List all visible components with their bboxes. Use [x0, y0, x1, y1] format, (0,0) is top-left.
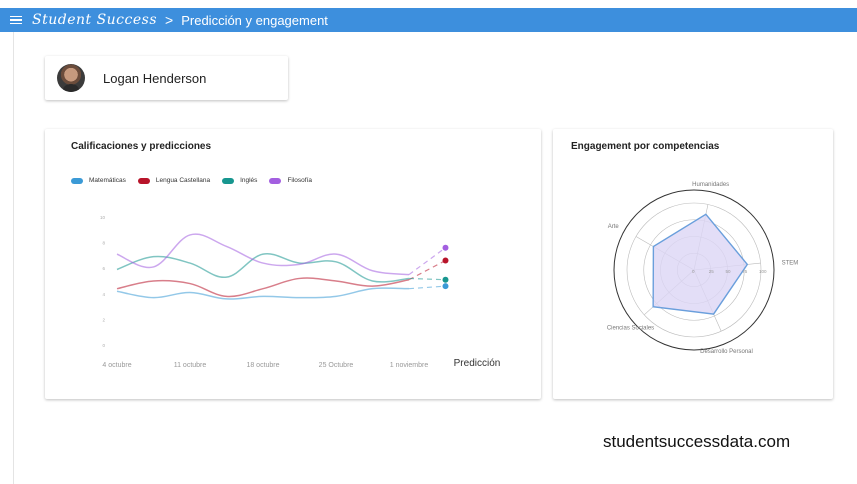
prediction-line [408, 277, 446, 281]
prediction-line [408, 285, 446, 290]
prediction-point[interactable] [442, 257, 449, 264]
radar-axis-label: Humanidades [692, 182, 729, 188]
series-line [116, 277, 410, 298]
prediction-axis-label: Predicción [454, 358, 501, 369]
y-tick-label: 0 [102, 343, 105, 348]
brand-logo[interactable]: Student Success [32, 12, 157, 28]
sidebar-divider [13, 32, 14, 484]
radar-tick-label: 100 [759, 269, 767, 274]
x-tick-label: 4 octubre [102, 362, 131, 369]
radar-axis-label: STEM [782, 261, 799, 267]
prediction-point[interactable] [442, 283, 449, 290]
radar-chart-card: Engagement por competencias 0 25 50 75 100 Hu… [553, 129, 833, 399]
radar-chart: 0 25 50 75 100HumanidadesSTEMDesarrollo Pers… [607, 182, 799, 355]
prediction-point[interactable] [442, 276, 449, 283]
radar-tick-label: 50 [726, 269, 732, 274]
y-tick-label: 10 [100, 215, 106, 220]
radar-axis-label: Arte [608, 224, 620, 230]
breadcrumb-current: Predicción y engagement [181, 12, 328, 28]
grades-line-chart: 0 2 4 6 8 10 4 octubre 11 octubre 18 octubre 25 O… [100, 215, 501, 369]
prediction-line [408, 259, 446, 281]
menu-icon[interactable] [10, 15, 22, 25]
radar-tick-label: 75 [742, 269, 748, 274]
x-tick-label: 18 octubre [246, 362, 279, 369]
x-tick-label: 25 Octubre [319, 362, 354, 369]
prediction-point[interactable] [442, 244, 449, 251]
grades-chart-card: Calificaciones y predicciones Matemática… [45, 129, 541, 399]
radar-tick-label: 25 [709, 269, 715, 274]
y-tick-label: 6 [102, 266, 105, 271]
x-tick-label: 1 noviembre [390, 362, 429, 369]
series-line [116, 287, 410, 300]
top-app-bar: Student Success > Predicción y engagemen… [0, 8, 857, 32]
y-tick-label: 4 [102, 292, 105, 297]
radar-axis-label: Desarrollo Personal [700, 349, 753, 355]
radar-axis-label: Ciencias Sociales [607, 325, 654, 331]
avatar [57, 64, 85, 92]
student-card[interactable]: Logan Henderson [45, 56, 288, 100]
breadcrumb-separator: > [165, 12, 174, 28]
x-tick-label: 11 octubre [174, 362, 207, 369]
student-name: Logan Henderson [103, 70, 207, 86]
y-tick-label: 2 [102, 317, 105, 322]
y-tick-label: 8 [102, 241, 105, 246]
radar-area [652, 213, 749, 315]
watermark-text: studentsuccessdata.com [603, 432, 791, 451]
